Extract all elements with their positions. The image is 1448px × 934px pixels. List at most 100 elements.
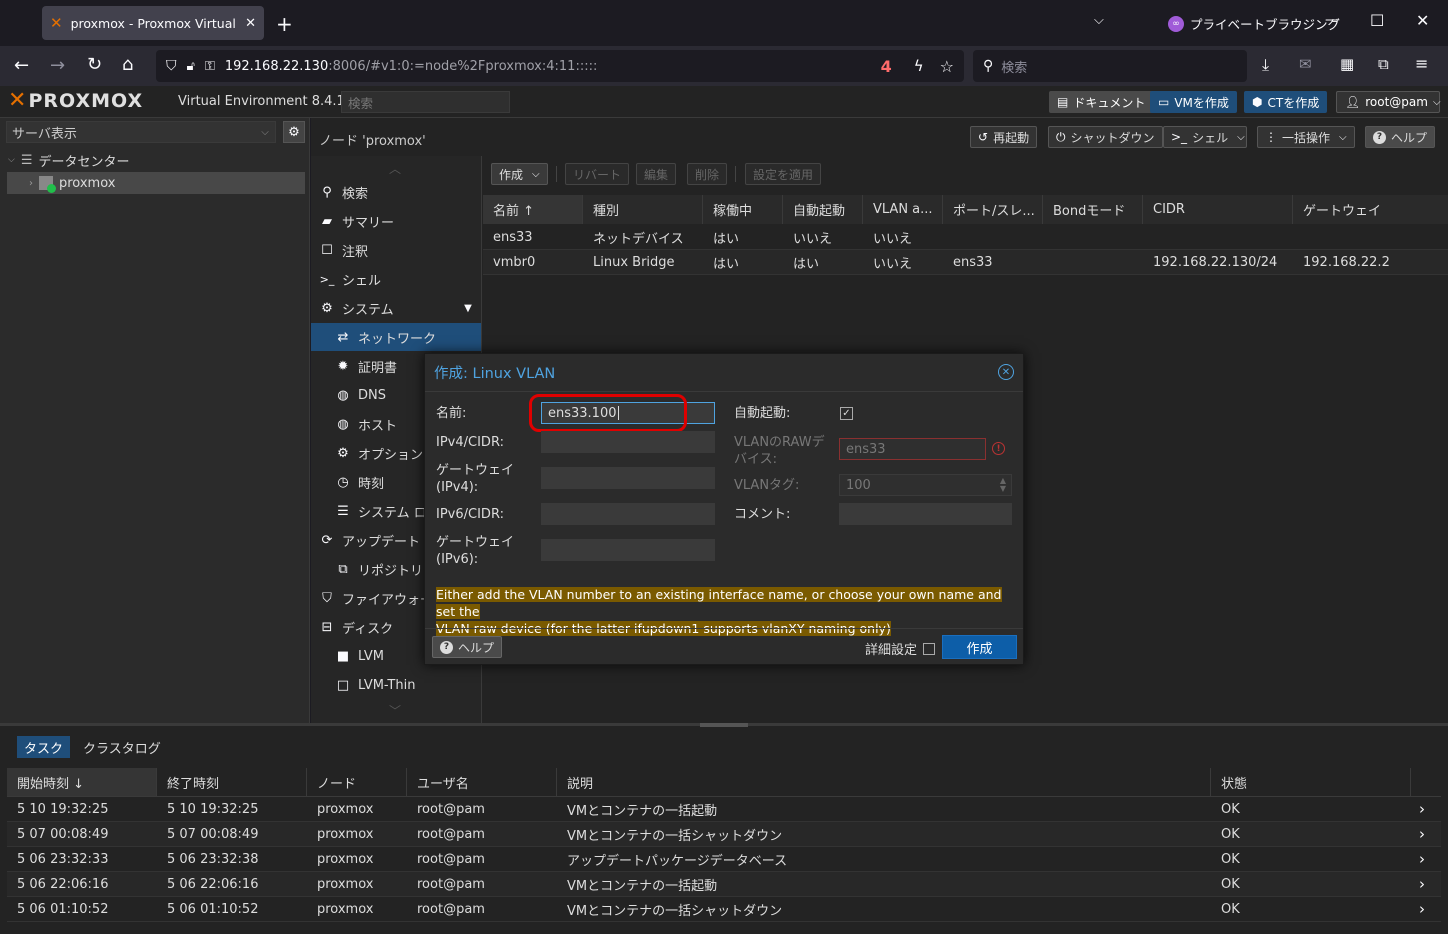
table-row[interactable]: 5 06 01:10:52 5 06 01:10:52 proxmox root…: [7, 897, 1441, 922]
chevron-right-icon[interactable]: ›: [1419, 875, 1425, 893]
table-row[interactable]: vmbr0 Linux Bridge はい はい いいえ ens33 192.1…: [483, 250, 1448, 275]
back-icon[interactable]: ←: [14, 55, 29, 76]
forward-icon[interactable]: →: [50, 55, 65, 76]
shutdown-button[interactable]: ⏻ シャットダウン: [1048, 126, 1163, 148]
close-dialog-icon[interactable]: ✕: [998, 364, 1014, 380]
tree-item-node[interactable]: › proxmox: [7, 172, 305, 194]
url-text[interactable]: 192.168.22.130:8006/#v1:0:=node%2Fproxmo…: [225, 59, 871, 74]
maximize-icon[interactable]: ☐: [1370, 11, 1384, 30]
column-header-description[interactable]: 説明: [557, 768, 1211, 796]
browser-search-box[interactable]: ⚲ 検索: [973, 50, 1247, 82]
bulk-actions-button[interactable]: ⋮ 一括操作 ⌵: [1257, 126, 1355, 148]
column-header-node[interactable]: ノード: [307, 768, 407, 796]
home-icon[interactable]: ⌂: [122, 54, 133, 75]
help-button[interactable]: ? ヘルプ: [1365, 126, 1436, 148]
column-header-bond-mode[interactable]: Bondモード: [1043, 195, 1143, 224]
new-tab-icon[interactable]: +: [276, 12, 293, 36]
column-header-status[interactable]: 状態: [1211, 768, 1411, 796]
expand-icon[interactable]: ›: [29, 178, 33, 189]
gateway-ipv4-input[interactable]: [541, 467, 715, 489]
tab-cluster-log[interactable]: クラスタログ: [83, 736, 161, 758]
column-header-type[interactable]: 種別: [583, 195, 703, 224]
extension-badge[interactable]: 4: [881, 57, 892, 76]
column-header-start[interactable]: 開始時刻 ↓: [7, 768, 157, 796]
close-tab-icon[interactable]: ✕: [245, 16, 256, 31]
user-menu-button[interactable]: 👤︎ root@pam ⌵: [1336, 91, 1441, 113]
view-selector[interactable]: サーバ表示 ⌵: [6, 121, 276, 143]
column-header-active[interactable]: 稼働中: [703, 195, 783, 224]
key-icon[interactable]: ⚿: [205, 59, 215, 74]
chevron-right-icon[interactable]: ›: [1419, 825, 1425, 843]
raw-device-input[interactable]: ens33: [839, 438, 986, 460]
collapse-icon[interactable]: ⌵: [8, 155, 15, 165]
table-row[interactable]: 5 10 19:32:25 5 10 19:32:25 proxmox root…: [7, 797, 1441, 822]
chevron-right-icon[interactable]: ›: [1419, 900, 1425, 918]
chevron-right-icon[interactable]: ›: [1419, 800, 1425, 818]
mail-icon[interactable]: ✉: [1299, 55, 1312, 73]
tree-item-datacenter[interactable]: ⌵ ☰ データセンター: [8, 150, 130, 170]
lightning-icon[interactable]: ϟ: [914, 57, 924, 75]
bottom-resize-handle[interactable]: [700, 723, 748, 727]
ipv6-input[interactable]: [541, 503, 715, 525]
chevron-down-icon[interactable]: ⌵: [1237, 132, 1245, 143]
lock-warning-icon[interactable]: 🔓︎: [187, 59, 195, 74]
downloads-icon[interactable]: ⤓: [1262, 55, 1269, 75]
column-header-name[interactable]: 名前 ↑: [483, 195, 583, 224]
column-header-user[interactable]: ユーザ名: [407, 768, 557, 796]
column-header-end[interactable]: 終了時刻: [157, 768, 307, 796]
tab-tasks[interactable]: タスク: [17, 736, 71, 758]
table-row[interactable]: 5 06 22:06:16 5 06 22:06:16 proxmox root…: [7, 872, 1441, 897]
column-header-ports[interactable]: ポート/スレ...: [943, 195, 1043, 224]
apply-config-button[interactable]: 設定を適用: [745, 163, 822, 185]
menu-item-notes[interactable]: ☐ 注釈: [311, 236, 481, 264]
table-row[interactable]: ens33 ネットデバイス はい いいえ いいえ: [483, 225, 1448, 250]
scroll-down-icon[interactable]: ﹀: [389, 702, 401, 719]
bookmark-star-icon[interactable]: ☆: [940, 57, 954, 76]
vlan-tag-input[interactable]: 100 ▲ ▼: [839, 474, 1012, 496]
revert-button[interactable]: リバート: [565, 163, 630, 185]
menu-item-shell[interactable]: >_ シェル: [311, 265, 481, 293]
create-vm-button[interactable]: ▭ VMを作成: [1150, 91, 1237, 113]
pve-search-input[interactable]: 検索: [341, 91, 510, 113]
column-header-vlan-aware[interactable]: VLAN a...: [863, 195, 943, 224]
reboot-button[interactable]: ↺ 再起動: [970, 126, 1038, 148]
menu-item-summary[interactable]: ▰ サマリー: [311, 207, 481, 235]
advanced-toggle[interactable]: 詳細設定: [865, 639, 936, 658]
qr-extension-icon[interactable]: ▦: [1340, 55, 1354, 73]
delete-button[interactable]: 削除: [687, 163, 728, 185]
menu-item-search[interactable]: ⚲ 検索: [311, 178, 481, 206]
ipv4-input[interactable]: [541, 431, 715, 453]
shield-icon[interactable]: ⛉: [166, 58, 177, 74]
reload-icon[interactable]: ↻: [87, 54, 102, 75]
chevron-right-icon[interactable]: ›: [1419, 850, 1425, 868]
advanced-checkbox[interactable]: [923, 642, 936, 655]
menu-item-lvm-thin[interactable]: □ LVM-Thin: [311, 671, 481, 699]
column-header-autostart[interactable]: 自動起動: [783, 195, 863, 224]
create-menu-button[interactable]: 作成 ⌵: [491, 163, 548, 185]
column-header-cidr[interactable]: CIDR: [1143, 195, 1293, 224]
shell-button[interactable]: >_ シェル ⌵: [1163, 126, 1247, 148]
list-tabs-icon[interactable]: ⌵: [1094, 13, 1104, 28]
menu-item-network[interactable]: ⇄ ネットワーク: [311, 323, 481, 351]
table-row[interactable]: 5 06 23:32:33 5 06 23:32:38 proxmox root…: [7, 847, 1441, 872]
collapse-caret-icon[interactable]: ▼: [455, 303, 481, 314]
extensions-icon[interactable]: ⧉: [1378, 55, 1389, 73]
menu-item-system[interactable]: ⚙ システム ▼: [311, 294, 481, 322]
gateway-ipv6-input[interactable]: [541, 539, 715, 561]
docs-button[interactable]: ▤ ドキュメント: [1049, 91, 1154, 113]
autostart-checkbox[interactable]: ✓: [840, 407, 853, 420]
url-bar[interactable]: ⛉ 🔓︎ ⚿ 192.168.22.130:8006/#v1:0:=node%2…: [156, 50, 964, 82]
dialog-help-button[interactable]: ? ヘルプ: [432, 636, 503, 658]
comment-input[interactable]: [839, 503, 1012, 525]
column-header-gateway[interactable]: ゲートウェイ: [1293, 195, 1448, 224]
tree-settings-button[interactable]: ⚙: [283, 121, 305, 143]
minimize-icon[interactable]: —: [1325, 12, 1339, 28]
hamburger-menu-icon[interactable]: ≡: [1415, 54, 1428, 73]
create-ct-button[interactable]: ⬢ CTを作成: [1244, 91, 1328, 113]
edit-button[interactable]: 編集: [636, 163, 677, 185]
scroll-up-icon[interactable]: ︿: [389, 160, 401, 177]
close-window-icon[interactable]: ✕: [1416, 11, 1429, 30]
table-row[interactable]: 5 07 00:08:49 5 07 00:08:49 proxmox root…: [7, 822, 1441, 847]
spinner-icon[interactable]: ▲ ▼: [995, 477, 1011, 493]
dialog-create-button[interactable]: 作成: [942, 635, 1017, 659]
